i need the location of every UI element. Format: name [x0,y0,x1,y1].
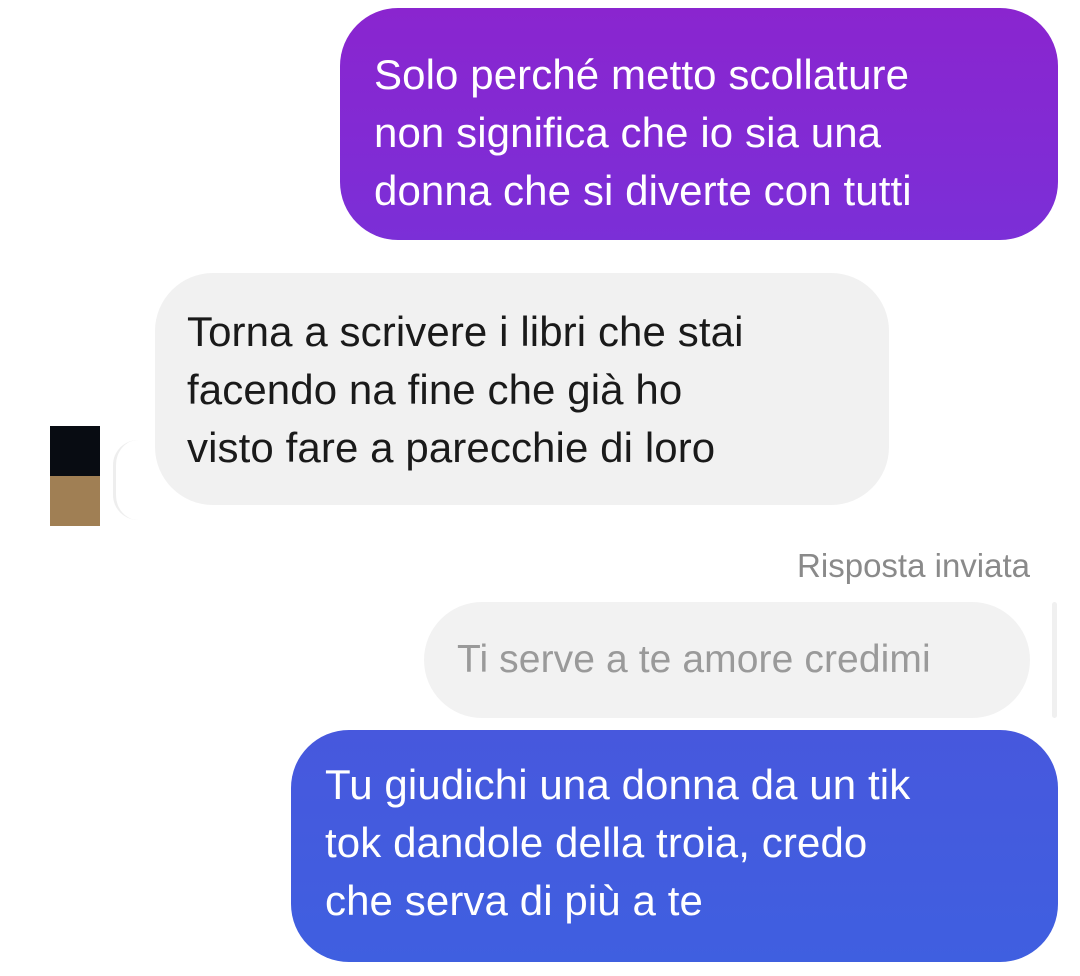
message-text-line: Solo perché metto scollature [374,51,910,98]
message-text-line: che serva di più a te [325,877,703,924]
sent-message-bubble[interactable]: Solo perché metto scollature non signifi… [340,8,1058,240]
reply-sent-label: Risposta inviata [797,547,1030,584]
message-text-line: tok dandole della troia, credo [325,819,868,866]
quoted-message-bubble[interactable]: Ti serve a te amore credimi [424,602,1030,718]
avatar-image-top [50,426,100,476]
avatar-edge [113,440,138,520]
sent-message-bubble[interactable]: Tu giudichi una donna da un tik tok dand… [291,730,1058,962]
message-text-line: Torna a scrivere i libri che stai [187,308,744,355]
avatar-image-bottom [50,476,100,526]
message-text-line: Tu giudichi una donna da un tik [325,761,911,808]
received-message-bubble[interactable]: Torna a scrivere i libri che stai facend… [155,273,889,505]
message-text-line: donna che si diverte con tutti [374,167,912,214]
message-text-line: non significa che io sia una [374,109,882,156]
sender-avatar[interactable] [50,426,100,526]
message-text-line: visto fare a parecchie di loro [187,424,716,471]
quote-indicator-bar [1052,602,1057,718]
quoted-message-text: Ti serve a te amore credimi [457,638,931,681]
message-text-line: facendo na fine che già ho [187,366,683,413]
